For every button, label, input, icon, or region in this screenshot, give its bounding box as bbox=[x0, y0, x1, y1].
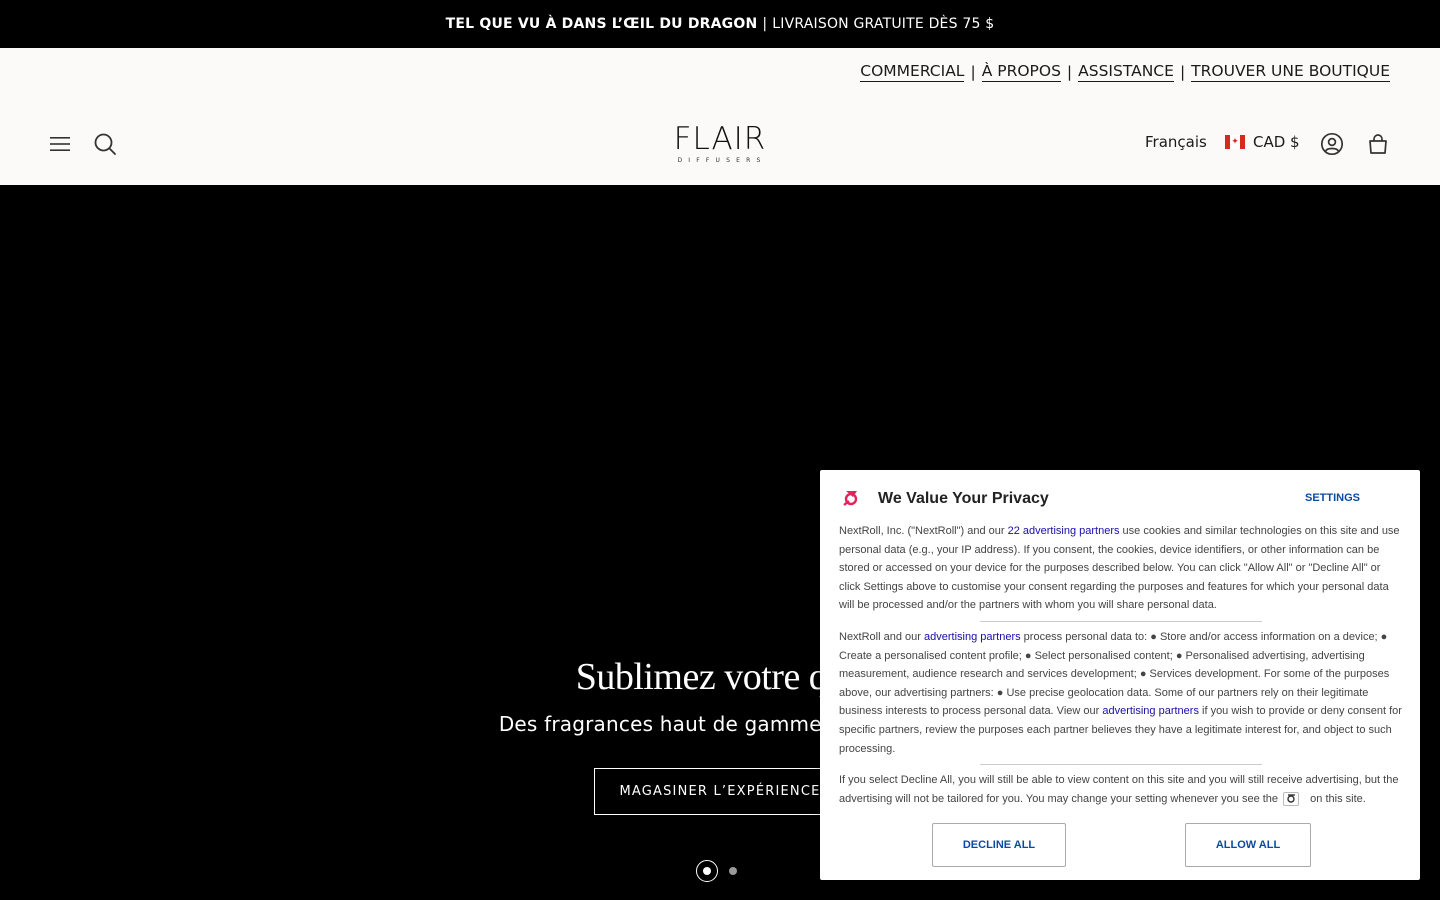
currency-label: CAD $ bbox=[1253, 133, 1300, 151]
slider-pagination bbox=[696, 860, 737, 882]
link-support[interactable]: ASSISTANCE bbox=[1078, 62, 1174, 82]
consent-settings-button[interactable]: SETTINGS bbox=[1305, 492, 1360, 504]
announcement-bar: TEL QUE VU À DANS L’ŒIL DU DRAGON | LIVR… bbox=[0, 0, 1440, 48]
consent-paragraph: NextRoll, Inc. ("NextRoll") and our 22 a… bbox=[839, 525, 1400, 612]
logo-word: FLAIR bbox=[673, 121, 767, 157]
cart-icon bbox=[1369, 134, 1387, 154]
utility-links: COMMERCIAL | À PROPOS | ASSISTANCE | TRO… bbox=[860, 62, 1390, 82]
currency-selector[interactable]: ✦ CAD $ bbox=[1225, 133, 1300, 151]
divider bbox=[980, 764, 1262, 766]
nextroll-logo-icon bbox=[843, 491, 858, 506]
consent-title: We Value Your Privacy bbox=[878, 490, 1049, 507]
allow-all-button[interactable]: ALLOW ALL bbox=[1185, 823, 1311, 867]
hamburger-menu-icon bbox=[50, 137, 70, 151]
language-selector[interactable]: Français bbox=[1145, 133, 1207, 151]
nextroll-settings-icon bbox=[1283, 791, 1300, 806]
link-commercial[interactable]: COMMERCIAL bbox=[860, 62, 965, 82]
advertising-partners-link[interactable]: advertising partners bbox=[1102, 705, 1199, 717]
cart-button[interactable] bbox=[1364, 130, 1392, 158]
account-button[interactable] bbox=[1318, 130, 1346, 158]
search-icon bbox=[94, 133, 116, 155]
slide-dot[interactable] bbox=[729, 867, 737, 875]
logo-subtitle: DIFFUSERS bbox=[677, 157, 767, 164]
privacy-consent-dialog: We Value Your Privacy SETTINGS NextRoll,… bbox=[820, 470, 1420, 880]
canada-flag-icon: ✦ bbox=[1225, 135, 1245, 149]
site-logo[interactable]: FLAIR DIFFUSERS bbox=[671, 121, 769, 165]
announcement-separator: | bbox=[762, 16, 768, 32]
account-icon bbox=[1320, 132, 1344, 156]
link-about[interactable]: À PROPOS bbox=[981, 62, 1061, 82]
utility-separator: | bbox=[1066, 63, 1073, 81]
link-store-locator[interactable]: TROUVER UNE BOUTIQUE bbox=[1191, 62, 1390, 82]
advertising-partners-link[interactable]: advertising partners bbox=[924, 631, 1021, 643]
shop-experience-button[interactable]: MAGASINER L’EXPÉRIENCE bbox=[594, 768, 846, 815]
utility-separator: | bbox=[1179, 63, 1186, 81]
site-header: COMMERCIAL | À PROPOS | ASSISTANCE | TRO… bbox=[0, 48, 1440, 185]
divider bbox=[980, 620, 1262, 622]
decline-all-button[interactable]: DECLINE ALL bbox=[932, 823, 1066, 867]
announcement-strong: TEL QUE VU À DANS L’ŒIL DU DRAGON bbox=[445, 16, 758, 32]
advertising-partners-link[interactable]: 22 advertising partners bbox=[1008, 525, 1120, 537]
utility-separator: | bbox=[970, 63, 976, 81]
consent-paragraph: If you select Decline All, you will stil… bbox=[839, 774, 1399, 806]
slide-dot-active[interactable] bbox=[696, 860, 718, 882]
announcement-text: LIVRAISON GRATUITE DÈS 75 $ bbox=[772, 16, 995, 32]
menu-button[interactable] bbox=[46, 130, 74, 158]
search-button[interactable] bbox=[91, 130, 119, 158]
consent-body: NextRoll, Inc. ("NextRoll") and our 22 a… bbox=[839, 522, 1403, 808]
consent-paragraph: NextRoll and our advertising partners pr… bbox=[839, 630, 1402, 755]
